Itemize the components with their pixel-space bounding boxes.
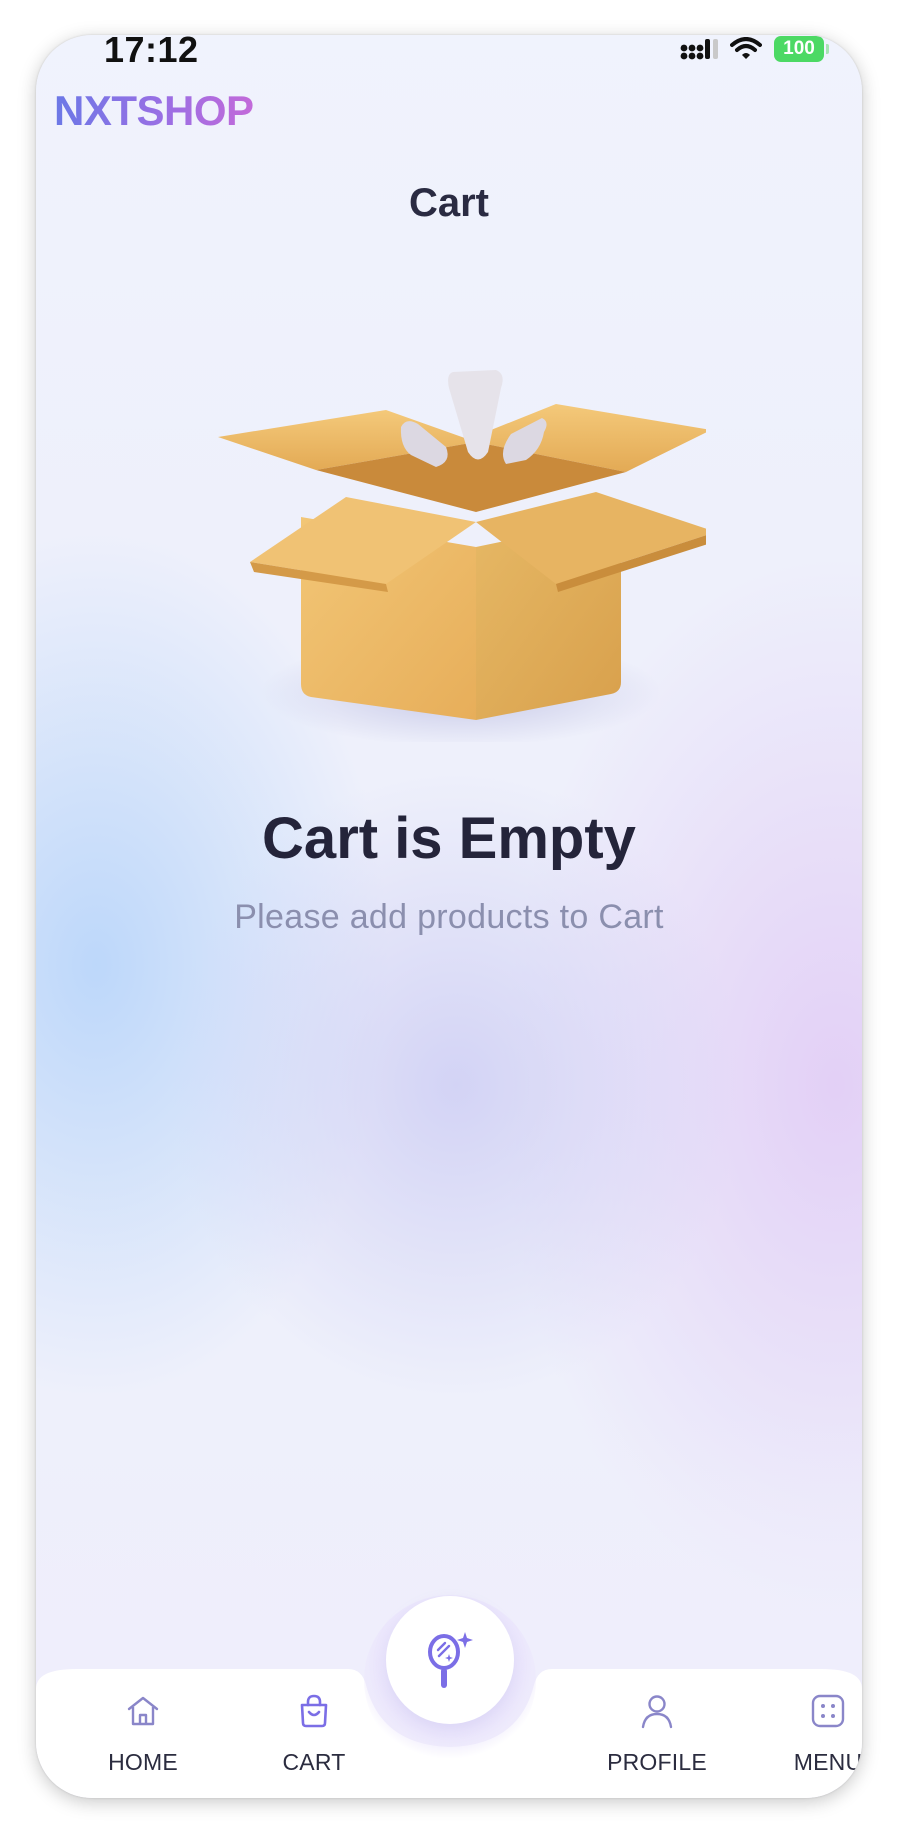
battery-level: 100 xyxy=(783,38,815,59)
wifi-icon xyxy=(730,37,762,59)
nav-home[interactable]: HOME xyxy=(68,1665,218,1798)
center-action-button[interactable] xyxy=(386,1596,514,1724)
status-icons: 100 xyxy=(680,35,829,63)
empty-cart-title: Cart is Empty xyxy=(262,806,636,871)
user-icon xyxy=(641,1695,673,1729)
home-icon xyxy=(127,1696,159,1726)
empty-cart-subtitle: Please add products to Cart xyxy=(234,898,664,936)
nav-profile[interactable]: PROFILE xyxy=(582,1665,732,1798)
nav-menu-label: MENU xyxy=(793,1749,862,1775)
signal-icon xyxy=(680,39,718,60)
grid-menu-icon xyxy=(811,1694,845,1728)
status-time: 17:12 xyxy=(104,35,199,70)
nav-cart-label: CART xyxy=(282,1749,346,1775)
nav-profile-label: PROFILE xyxy=(607,1749,707,1775)
battery-icon: 100 xyxy=(774,36,829,62)
nav-home-label: HOME xyxy=(108,1749,178,1775)
shopping-bag-icon xyxy=(300,1694,328,1728)
phone-screen: 17:12 100 NXTSHOP Cart Cart is Empty Ple… xyxy=(36,35,862,1798)
app-logo[interactable]: NXTSHOP xyxy=(54,87,254,135)
magic-mirror-icon xyxy=(428,1632,473,1688)
open-box-icon xyxy=(218,370,706,742)
status-bar: 17:12 100 xyxy=(36,35,862,95)
nav-menu[interactable]: MENU xyxy=(753,1665,862,1798)
page-title: Cart xyxy=(408,181,490,225)
